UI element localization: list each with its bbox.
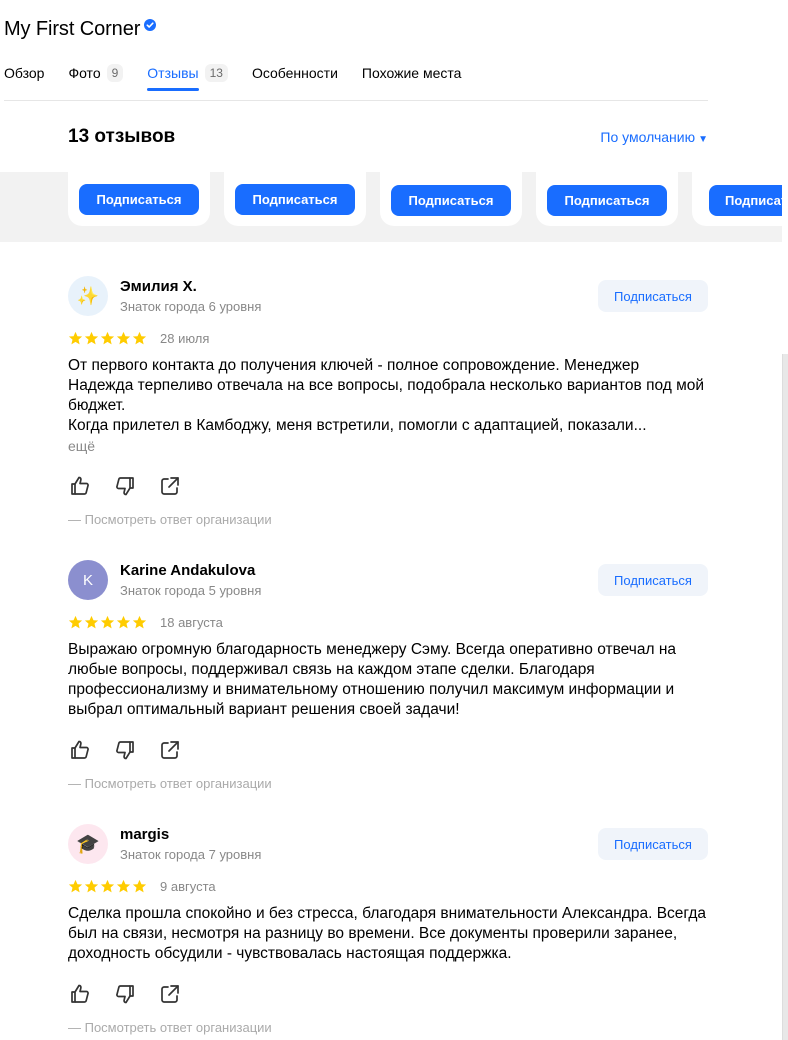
review-date: 18 августа — [160, 615, 223, 630]
review-text: От первого контакта до получения ключей … — [68, 357, 705, 434]
author-level: Знаток города 5 уровня — [120, 583, 262, 598]
divider — [4, 100, 708, 101]
org-answer-link[interactable]: — Посмотреть ответ организации — [68, 1020, 272, 1035]
subscribe-button[interactable]: Подписаться — [391, 184, 511, 216]
stars-rating — [68, 331, 148, 346]
author-level: Знаток города 6 уровня — [120, 299, 262, 314]
review-rating: 28 июля — [68, 331, 209, 346]
thumbs-down-icon[interactable] — [113, 738, 137, 762]
share-icon[interactable] — [158, 474, 182, 498]
review-item: ✨ Эмилия Х. Знаток города 6 уровня Подпи… — [68, 276, 708, 536]
subscribe-button[interactable]: Подписаться — [79, 183, 199, 215]
graduation-cap-icon[interactable]: 🎓 — [68, 824, 108, 864]
review-item: 🎓 margis Знаток города 7 уровня Подписат… — [68, 824, 708, 1040]
review-actions — [68, 474, 203, 498]
sparkles-icon[interactable]: ✨ — [68, 276, 108, 316]
org-answer-link[interactable]: — Посмотреть ответ организации — [68, 776, 272, 791]
subscribe-card: Подписаться — [68, 172, 210, 226]
verified-badge-icon — [144, 18, 157, 31]
subscribe-card: Подписаться — [536, 172, 678, 226]
review-author[interactable]: Karine Andakulova — [120, 562, 255, 579]
header: My First Corner — [4, 18, 157, 41]
author-level: Знаток города 7 уровня — [120, 847, 262, 862]
scrollbar-thumb[interactable] — [782, 354, 788, 1040]
subscribe-button[interactable]: Подписаться — [547, 184, 667, 216]
review-author[interactable]: margis — [120, 826, 169, 843]
review-actions — [68, 982, 203, 1006]
review-rating: 9 августа — [68, 879, 216, 894]
thumbs-down-icon[interactable] — [113, 474, 137, 498]
review-date: 28 июля — [160, 331, 210, 346]
review-author[interactable]: Эмилия Х. — [120, 278, 197, 295]
subscribe-card: Подписаться — [692, 172, 788, 226]
follow-button[interactable]: Подписаться — [598, 564, 708, 596]
star-icon — [132, 615, 147, 630]
review-item: K Karine Andakulova Знаток города 5 уров… — [68, 560, 708, 800]
stars-rating — [68, 879, 148, 894]
star-icon — [68, 615, 83, 630]
tab-overview[interactable]: Обзор — [4, 65, 44, 81]
tab-photos[interactable]: Фото 9 — [68, 64, 124, 82]
tab-count-badge: 13 — [204, 64, 228, 82]
review-text: Выражаю огромную благодарность менеджеру… — [68, 641, 677, 718]
star-icon — [100, 615, 115, 630]
star-icon — [116, 615, 131, 630]
subscribe-card: Подписаться — [224, 172, 366, 226]
tab-count-badge: 9 — [106, 64, 124, 82]
share-icon[interactable] — [158, 738, 182, 762]
avatar[interactable]: K — [68, 560, 108, 600]
tab-similar-places[interactable]: Похожие места — [362, 65, 461, 81]
tab-features[interactable]: Особенности — [252, 65, 338, 81]
thumbs-down-icon[interactable] — [113, 982, 137, 1006]
review-actions — [68, 738, 203, 762]
review-date: 9 августа — [160, 879, 216, 894]
org-answer-link[interactable]: — Посмотреть ответ организации — [68, 512, 272, 527]
tabs-bar: Обзор Фото 9 Отзывы 13 Особенности Похож… — [4, 62, 485, 84]
star-icon — [116, 331, 131, 346]
star-icon — [100, 331, 115, 346]
thumbs-up-icon[interactable] — [68, 474, 92, 498]
star-icon — [68, 879, 83, 894]
thumbs-up-icon[interactable] — [68, 982, 92, 1006]
stars-rating — [68, 615, 148, 630]
star-icon — [100, 879, 115, 894]
star-icon — [132, 331, 147, 346]
star-icon — [84, 879, 99, 894]
tab-reviews[interactable]: Отзывы 13 — [147, 64, 228, 82]
star-icon — [84, 615, 99, 630]
subscribe-carousel[interactable]: Подписаться Подписаться Подписаться Подп… — [0, 172, 788, 242]
review-text: Сделка прошла спокойно и без стресса, бл… — [68, 905, 707, 962]
star-icon — [68, 331, 83, 346]
follow-button[interactable]: Подписаться — [598, 828, 708, 860]
sort-dropdown[interactable]: По умолчанию ▼ — [600, 129, 708, 145]
reviews-header: 13 отзывов По умолчанию ▼ — [68, 126, 708, 148]
thumbs-up-icon[interactable] — [68, 738, 92, 762]
subscribe-card: Подписаться — [380, 172, 522, 226]
star-icon — [116, 879, 131, 894]
star-icon — [84, 331, 99, 346]
subscribe-button[interactable]: Подписаться — [235, 183, 355, 215]
read-more-link[interactable]: ещё — [68, 438, 95, 454]
page-title: My First Corner — [4, 18, 141, 40]
star-icon — [132, 879, 147, 894]
follow-button[interactable]: Подписаться — [598, 280, 708, 312]
review-rating: 18 августа — [68, 615, 223, 630]
reviews-count: 13 отзывов — [68, 126, 176, 147]
share-icon[interactable] — [158, 982, 182, 1006]
triangle-down-icon: ▼ — [698, 134, 708, 145]
subscribe-button[interactable]: Подписаться — [709, 184, 788, 216]
